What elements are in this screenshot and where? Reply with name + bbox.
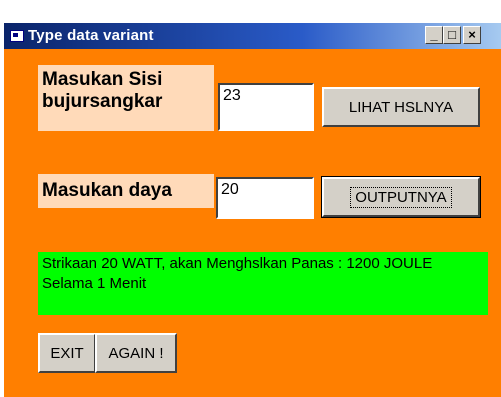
maximize-button[interactable]: □ [443, 26, 461, 44]
power-input[interactable]: 20 [216, 177, 314, 219]
close-button[interactable]: × [463, 26, 481, 44]
again-label: AGAIN ! [108, 344, 164, 362]
app-window: Type data variant _ □ × Masukan Sisi buj… [0, 0, 501, 397]
minimize-icon: _ [430, 27, 438, 42]
title-bar[interactable]: Type data variant _ □ × [4, 23, 501, 49]
exit-button[interactable]: EXIT [38, 333, 96, 373]
view-result-label: LIHAT HSLNYA [348, 98, 454, 116]
exit-label: EXIT [50, 344, 84, 362]
power-label: Masukan daya [38, 174, 214, 208]
side-input[interactable]: 23 [218, 83, 314, 131]
output-label: OUTPUTNYA [350, 186, 452, 208]
again-button[interactable]: AGAIN ! [95, 333, 177, 373]
window-title: Type data variant [28, 27, 154, 44]
output-button[interactable]: OUTPUTNYA [321, 176, 481, 218]
minimize-button[interactable]: _ [425, 26, 443, 44]
form-body: Masukan Sisi bujursangkar 23 LIHAT HSLNY… [4, 49, 501, 397]
result-display: Strikaan 20 WATT, akan Menghslkan Panas … [38, 252, 488, 315]
view-result-button[interactable]: LIHAT HSLNYA [322, 87, 480, 127]
close-icon: × [468, 27, 476, 42]
side-label: Masukan Sisi bujursangkar [38, 65, 214, 131]
app-icon[interactable] [10, 30, 24, 42]
maximize-icon: □ [448, 27, 456, 42]
